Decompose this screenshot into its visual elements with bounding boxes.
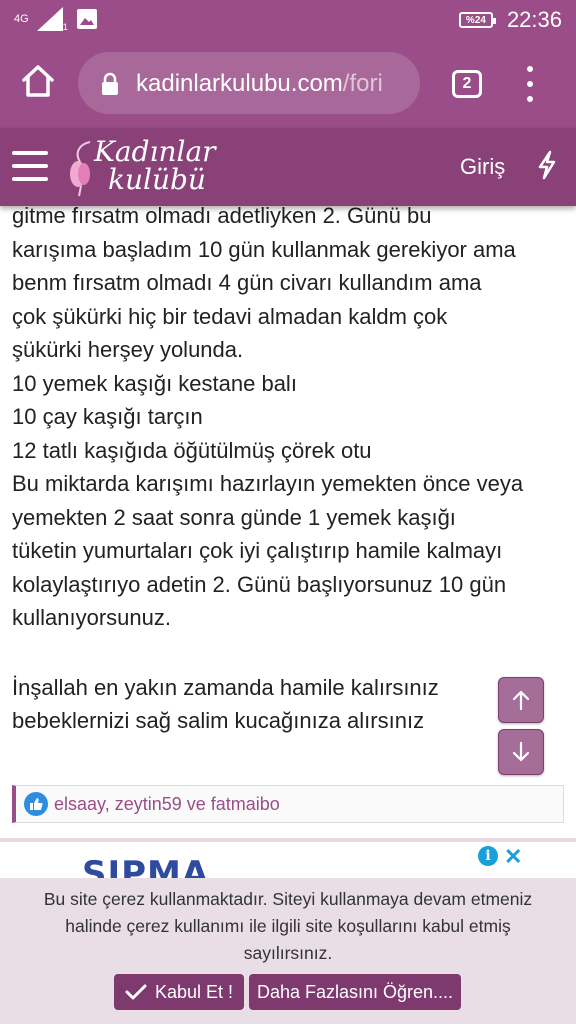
login-link[interactable]: Giriş (460, 154, 505, 180)
post-line: karışıma başladım 10 gün kullanmak gerek… (12, 236, 516, 262)
scroll-down-button[interactable] (498, 729, 544, 775)
tab-switcher-button[interactable]: 2 (452, 70, 482, 98)
lightning-icon[interactable] (536, 150, 558, 180)
browser-toolbar: kadinlarkulubu.com/fori 2 (0, 40, 576, 128)
close-icon[interactable]: ✕ (504, 844, 522, 870)
post-line: benm fırsatm olmadı 4 gün civarı kulland… (12, 270, 482, 295)
post-line: 10 yemek kaşığı kestane balı (12, 370, 297, 396)
url-text: kadinlarkulubu.com/fori (136, 70, 383, 98)
learn-more-label: Daha Fazlasını Öğren.... (256, 981, 454, 1002)
post-line: şükürki herşey yolunda. (12, 337, 244, 362)
arrow-up-icon (512, 690, 530, 711)
post-line: 10 çay kaşığı tarçın (12, 404, 203, 429)
post-line: Bu miktarda karışımı hazırlayın yemekten… (12, 471, 524, 496)
accept-cookies-button[interactable]: Kabul Et ! (114, 974, 244, 1010)
battery-icon: %24 (458, 12, 496, 28)
signal-icon (36, 7, 63, 31)
post-line: kolaylaştırıyo adetin 2. Günü başlıyorsu… (12, 571, 507, 597)
network-type: 4G (14, 12, 29, 25)
post-line: yemekten 2 saat sonra günde 1 yemek kaşı… (12, 504, 456, 530)
scroll-up-button[interactable] (498, 677, 544, 723)
url-path: /fori (342, 70, 383, 97)
logo-line-2: kulübü (108, 163, 206, 196)
status-bar: 4G 1 %24 22:36 (0, 0, 576, 40)
home-icon (22, 65, 54, 97)
tab-count: 2 (462, 75, 472, 92)
site-header: Kadınlar kulübü Giriş (0, 128, 576, 206)
accept-label: Kabul Et ! (154, 981, 234, 1002)
site-logo[interactable]: Kadınlar kulübü (64, 134, 234, 200)
arrow-down-icon (512, 741, 530, 762)
cookie-notice: Bu site çerez kullanmaktadır. Siteyi kul… (0, 878, 576, 1024)
clock: 22:36 (506, 7, 562, 32)
home-button[interactable] (20, 64, 60, 104)
post-closing-line: bebeklernizi sağ salim kucağınıza alırsı… (12, 708, 425, 733)
post-line: çok şükürki hiç bir tedavi almadan kaldm… (12, 303, 448, 329)
lock-icon (102, 72, 118, 95)
post-body: gitme fırsatm olmadı adetliyken 2. Günü … (12, 199, 564, 738)
cookie-message: Bu site çerez kullanmaktadır. Siteyi kul… (12, 886, 564, 967)
logo-text: Kadınlar kulübü (94, 138, 216, 194)
hamburger-menu-icon[interactable] (12, 151, 48, 181)
cookie-line: sayılırsınız. (243, 943, 333, 963)
address-bar[interactable]: kadinlarkulubu.com/fori (78, 52, 420, 114)
battery-level: %24 (465, 14, 486, 26)
status-right: %24 22:36 (458, 7, 562, 33)
post-closing-line: İnşallah en yakın zamanda hamile kalırsı… (12, 674, 439, 700)
url-domain: kadinlarkulubu.com (136, 70, 343, 97)
post-line: kullanıyorsunuz. (12, 605, 171, 630)
network-indicator: 4G (14, 12, 29, 25)
post-line: tüketin yumurtaları çok iyi çalıştırıp h… (12, 538, 503, 563)
post-line: 12 tatlı kaşığıda öğütülmüş çörek otu (12, 437, 372, 463)
cookie-line: Bu site çerez kullanmaktadır. Siteyi kul… (43, 889, 533, 909)
sim-slot: 1 (62, 22, 68, 32)
thumbs-up-icon (24, 792, 48, 816)
flower-logo-icon (70, 141, 91, 197)
learn-more-button[interactable]: Daha Fazlasını Öğren.... (249, 974, 461, 1010)
status-left: 4G 1 (14, 6, 98, 32)
cookie-line: halinde çerez kullanımı ile ilgili site … (65, 916, 511, 936)
reactions-bar[interactable]: elsaay, zeytin59 ve fatmaibo (12, 785, 564, 823)
browser-menu-button[interactable] (520, 66, 540, 102)
image-notification-icon (76, 9, 97, 29)
checkmark-icon (125, 984, 147, 1000)
info-icon[interactable]: i (478, 846, 498, 866)
reactions-users[interactable]: elsaay, zeytin59 ve fatmaibo (54, 794, 280, 815)
